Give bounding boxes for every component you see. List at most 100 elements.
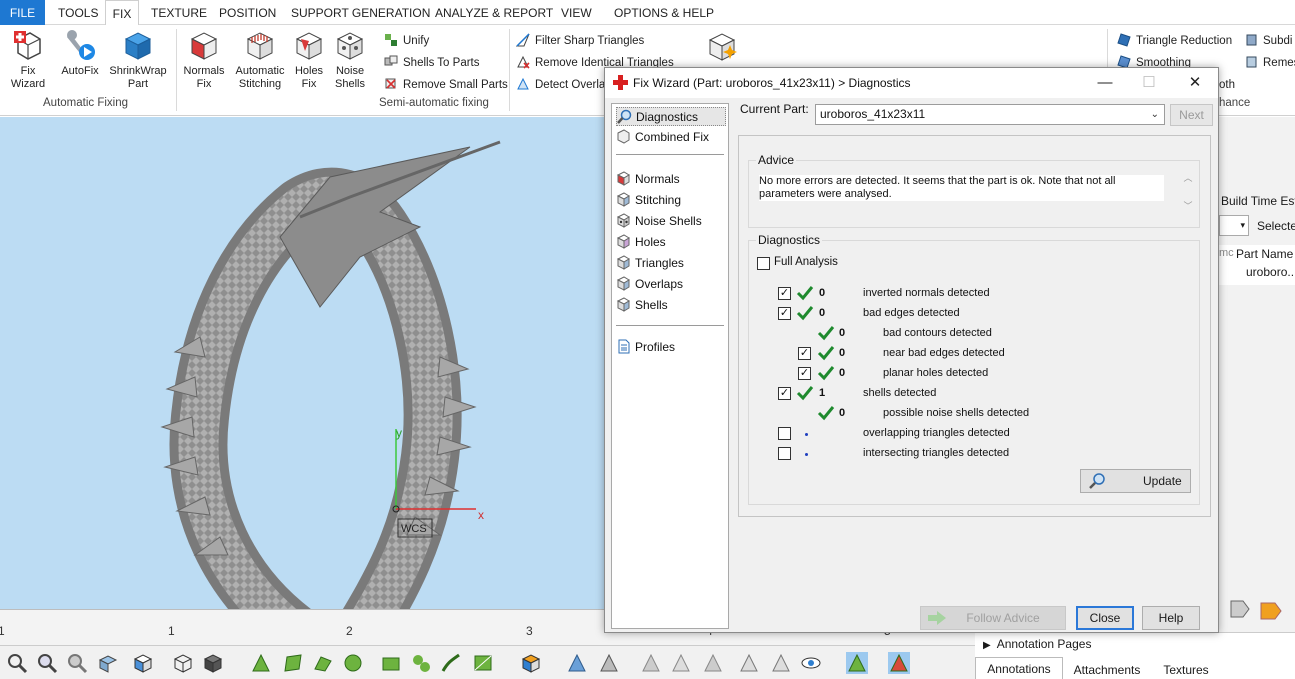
- nav-item-diagnostics[interactable]: Diagnostics: [616, 107, 726, 126]
- plane-select-icon[interactable]: [472, 652, 494, 674]
- menu-support-generation[interactable]: SUPPORT GENERATION: [291, 0, 430, 25]
- triangle-reduction-button[interactable]: Triangle Reduction: [1117, 32, 1232, 50]
- advice-scrollbar[interactable]: ︿ ﹀: [1181, 171, 1195, 217]
- 3d-viewport[interactable]: y x WCS: [0, 117, 604, 609]
- close-button[interactable]: Close: [1076, 606, 1134, 630]
- build-time-dropdown[interactable]: ▾: [1219, 215, 1249, 236]
- triangle-gray-icon[interactable]: [640, 652, 662, 674]
- close-window-button[interactable]: ✕: [1180, 72, 1210, 94]
- remesh-button[interactable]: Remes: [1244, 54, 1295, 72]
- surface-select-icon[interactable]: [282, 652, 304, 674]
- minimize-button[interactable]: —: [1090, 72, 1120, 94]
- wireframe-cube-icon[interactable]: [172, 652, 194, 674]
- annotation-pages-row[interactable]: ▶ Annotation Pages: [983, 637, 1091, 651]
- triangle-edit-icon[interactable]: [598, 652, 620, 674]
- full-analysis-checkbox[interactable]: [757, 257, 770, 270]
- brush-select-icon[interactable]: [440, 652, 462, 674]
- menu-fix[interactable]: FIX: [105, 0, 139, 26]
- nav-item-overlaps[interactable]: Overlaps: [616, 275, 726, 294]
- part-row-name[interactable]: uroboro...: [1246, 265, 1295, 279]
- view-cube-icon[interactable]: [132, 652, 154, 674]
- tab-textures[interactable]: Textures: [1155, 659, 1217, 679]
- nav-item-stitching[interactable]: Stitching: [616, 191, 726, 210]
- near-bad-edges-checkbox[interactable]: ✓: [798, 347, 811, 360]
- eye-icon[interactable]: [800, 652, 822, 674]
- dialog-title-bar[interactable]: Fix Wizard (Part: uroboros_41x23x11) > D…: [605, 68, 1218, 98]
- nav-item-triangles[interactable]: Triangles: [616, 254, 726, 273]
- bad-edges-checkbox[interactable]: ✓: [778, 307, 791, 320]
- shells-checkbox[interactable]: ✓: [778, 387, 791, 400]
- maximize-button[interactable]: ☐: [1134, 72, 1164, 94]
- unify-button[interactable]: Unify: [384, 32, 429, 50]
- subdivide-button[interactable]: Subdi: [1244, 32, 1292, 50]
- remove-small-parts-button[interactable]: Remove Small Parts: [384, 76, 508, 94]
- triangle-hatch-icon[interactable]: [702, 652, 724, 674]
- zoom-selection-icon[interactable]: [66, 652, 88, 674]
- shell-select-icon[interactable]: [312, 652, 334, 674]
- menu-view[interactable]: VIEW: [561, 0, 592, 25]
- nav-item-combined-fix[interactable]: Combined Fix: [616, 128, 726, 147]
- follow-advice-button[interactable]: Follow Advice: [920, 606, 1066, 630]
- highlight-triangle-icon[interactable]: [846, 652, 868, 674]
- nav-item-noise-shells[interactable]: Noise Shells: [616, 212, 726, 231]
- fix-wizard-button[interactable]: Fix Wizard: [4, 29, 52, 91]
- filter-sharp-label: Filter Sharp Triangles: [535, 35, 645, 47]
- nav-item-shells[interactable]: Shells: [616, 296, 726, 315]
- cube-sparkle-icon[interactable]: [706, 30, 738, 62]
- detect-overlap-icon: [517, 77, 529, 90]
- shrinkwrap-part-button[interactable]: ShrinkWrap Part: [104, 29, 172, 91]
- planar-holes-checkbox[interactable]: ✓: [798, 367, 811, 380]
- nav-label-triangles: Triangles: [635, 256, 684, 270]
- autofix-button[interactable]: AutoFix: [58, 29, 102, 78]
- triangle-view-icon[interactable]: [738, 652, 760, 674]
- tab-annotations[interactable]: Annotations: [975, 657, 1063, 679]
- detect-overlap-button[interactable]: Detect Overla: [516, 76, 605, 94]
- menu-analyze-report[interactable]: ANALYZE & REPORT: [435, 0, 553, 25]
- update-button[interactable]: Update: [1080, 469, 1191, 493]
- triangle-tool-icon[interactable]: [566, 652, 588, 674]
- tab-attachments[interactable]: Attachments: [1067, 659, 1147, 679]
- highlight-color-icon[interactable]: [888, 652, 910, 674]
- nav-item-holes[interactable]: Holes: [616, 233, 726, 252]
- zoom-fit-icon[interactable]: [36, 652, 58, 674]
- intersecting-triangles-checkbox[interactable]: [778, 447, 791, 460]
- noise-shells-label-2: Shells: [335, 78, 365, 90]
- normals-icon: [616, 171, 630, 186]
- red-cross-icon: [613, 75, 628, 90]
- menu-position[interactable]: POSITION: [219, 0, 276, 25]
- zoom-icon[interactable]: [6, 652, 28, 674]
- noise-shells-button[interactable]: Noise Shells: [330, 29, 370, 91]
- inverted-normals-checkbox[interactable]: ✓: [778, 287, 791, 300]
- row-label: planar holes detected: [883, 367, 989, 379]
- part-color-icon[interactable]: [520, 652, 542, 674]
- lasso-select-icon[interactable]: [410, 652, 432, 674]
- holes-cube-icon: [295, 32, 323, 60]
- box-select-icon[interactable]: [380, 652, 402, 674]
- annotation-pages-label: Annotation Pages: [996, 637, 1092, 651]
- filter-sharp-triangles-button[interactable]: Filter Sharp Triangles: [516, 32, 644, 50]
- menu-texture[interactable]: TEXTURE: [151, 0, 207, 25]
- triangle-outline-icon[interactable]: [670, 652, 692, 674]
- automatic-stitching-button[interactable]: Automatic Stitching: [230, 29, 290, 91]
- menu-tools[interactable]: TOOLS: [58, 0, 98, 25]
- solid-cube-icon[interactable]: [202, 652, 224, 674]
- triangle-select-icon[interactable]: [250, 652, 272, 674]
- shells-to-parts-button[interactable]: Shells To Parts: [384, 54, 480, 72]
- holes-fix-button[interactable]: Holes Fix: [290, 29, 328, 91]
- triangle-flip-icon[interactable]: [770, 652, 792, 674]
- zoom-box-icon[interactable]: [96, 652, 118, 674]
- row-label: shells detected: [863, 387, 937, 399]
- follow-advice-label: Follow Advice: [966, 611, 1040, 625]
- current-part-dropdown[interactable]: uroboros_41x23x11 ⌄: [815, 104, 1165, 125]
- menu-file[interactable]: FILE: [0, 0, 45, 25]
- next-button[interactable]: Next: [1170, 104, 1213, 126]
- nav-item-normals[interactable]: Normals: [616, 170, 726, 189]
- menu-options-help[interactable]: OPTIONS & HELP: [614, 0, 714, 25]
- tag-icons[interactable]: [1227, 597, 1287, 623]
- sphere-select-icon[interactable]: [342, 652, 364, 674]
- nav-item-profiles[interactable]: Profiles: [616, 338, 726, 357]
- parts-list[interactable]: mc Part Name uroboro...: [1219, 245, 1295, 285]
- overlapping-triangles-checkbox[interactable]: [778, 427, 791, 440]
- help-button[interactable]: Help: [1142, 606, 1200, 630]
- normals-fix-button[interactable]: Normals Fix: [182, 29, 226, 91]
